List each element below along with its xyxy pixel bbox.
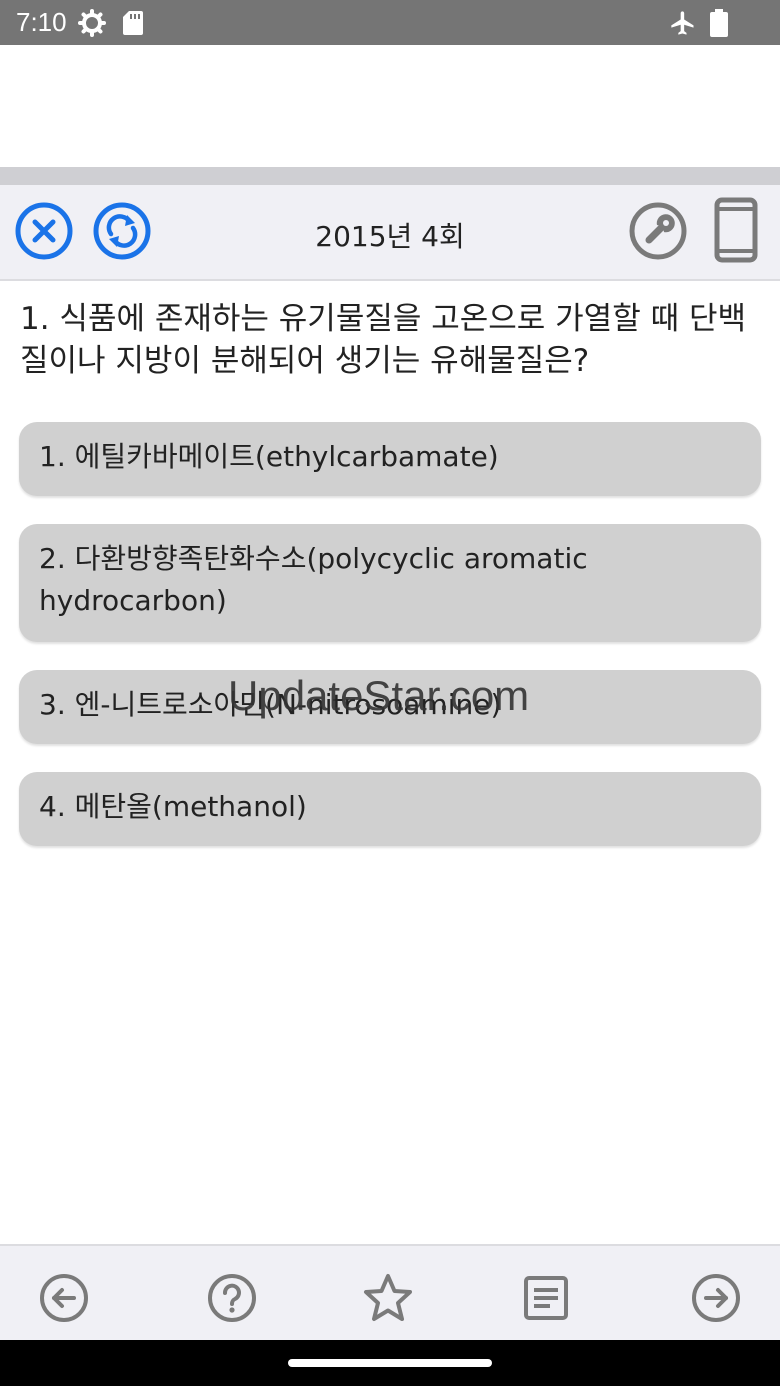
next-icon[interactable] bbox=[690, 1272, 742, 1324]
answer-option-4[interactable]: 4. 메탄올(methanol) bbox=[19, 772, 761, 846]
airplane-mode-icon bbox=[671, 11, 694, 35]
wrench-icon[interactable] bbox=[628, 201, 688, 261]
phone-icon[interactable] bbox=[712, 197, 760, 263]
sd-card-icon bbox=[123, 11, 143, 35]
ad-space bbox=[0, 45, 780, 167]
answer-option-2[interactable]: 2. 다환방향족탄화수소(polycyclic aromatic hydroca… bbox=[19, 524, 761, 642]
home-gesture-handle[interactable] bbox=[288, 1359, 492, 1367]
notes-icon[interactable] bbox=[520, 1272, 572, 1324]
bottom-toolbar bbox=[0, 1244, 780, 1342]
answer-option-1[interactable]: 1. 에틸카바메이트(ethylcarbamate) bbox=[19, 422, 761, 496]
star-icon[interactable] bbox=[362, 1272, 414, 1324]
quiz-toolbar: 2015년 4회 bbox=[0, 185, 780, 281]
system-nav-bar bbox=[0, 1340, 780, 1386]
battery-icon bbox=[710, 9, 728, 37]
status-bar: 7:10 bbox=[0, 0, 780, 45]
watermark: UpdateStar.com bbox=[228, 672, 530, 719]
status-time: 7:10 bbox=[16, 7, 67, 37]
separator bbox=[0, 167, 780, 185]
prev-icon[interactable] bbox=[38, 1272, 90, 1324]
settings-gear-icon bbox=[78, 9, 106, 37]
help-icon[interactable] bbox=[206, 1272, 258, 1324]
question-text: 1. 식품에 존재하는 유기물질을 고온으로 가열할 때 단백질이나 지방이 분… bbox=[20, 301, 746, 379]
